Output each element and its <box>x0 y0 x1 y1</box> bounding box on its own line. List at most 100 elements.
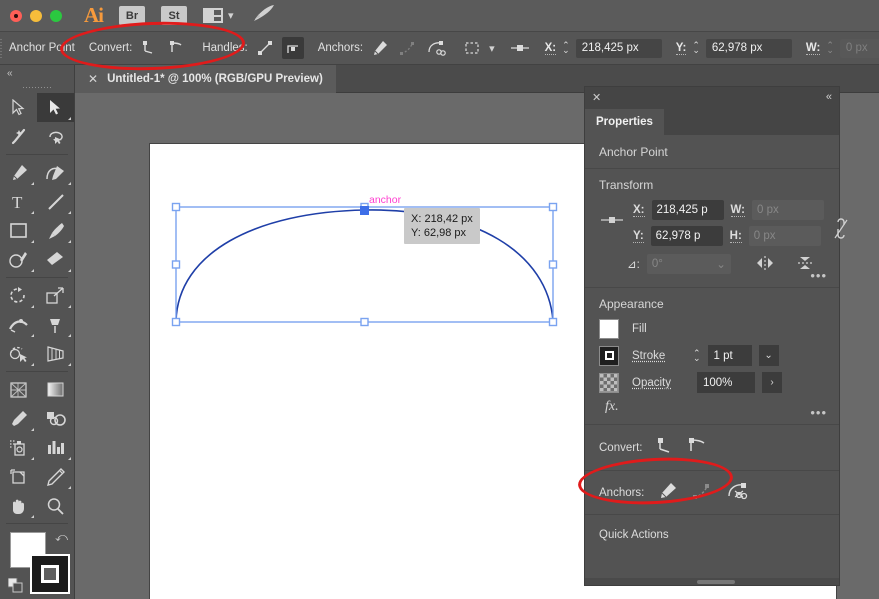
arrange-documents-button[interactable]: ▾ <box>203 8 234 23</box>
bridge-button[interactable]: Br <box>119 6 145 25</box>
opacity-swatch[interactable] <box>599 372 619 393</box>
align-group[interactable] <box>502 32 538 65</box>
tool-group-indicator <box>31 211 34 214</box>
y-stepper[interactable]: ⌃ ⌄ <box>692 41 700 55</box>
symbol-sprayer-tool[interactable] <box>0 433 37 462</box>
tooltip-x-value: X: 218,42 px <box>411 213 473 225</box>
close-icon[interactable]: ✕ <box>88 72 98 86</box>
stroke-swatch[interactable] <box>30 554 70 594</box>
more-options-icon[interactable]: ••• <box>810 405 827 420</box>
cut-path-icon[interactable] <box>726 482 748 503</box>
zoom-window-button[interactable] <box>50 9 62 22</box>
isolate-selection-icon[interactable] <box>461 37 483 59</box>
convert-to-smooth-icon[interactable] <box>166 37 188 59</box>
quick-actions-label[interactable]: Quick Actions <box>599 529 669 541</box>
stroke-swatch[interactable] <box>599 345 619 366</box>
convert-to-smooth-icon[interactable] <box>688 437 708 458</box>
show-handles-icon[interactable] <box>254 37 276 59</box>
perspective-grid-tool[interactable] <box>37 339 74 368</box>
opacity-label[interactable]: Opacity <box>632 377 682 389</box>
gradient-tool[interactable] <box>37 375 74 404</box>
w-label: W: <box>805 41 821 55</box>
transform-title: Transform <box>599 178 654 192</box>
column-graph-tool[interactable] <box>37 433 74 462</box>
close-icon[interactable]: ✕ <box>592 91 601 104</box>
discover-button[interactable] <box>252 4 276 27</box>
artboard-tool[interactable] <box>0 462 37 491</box>
stroke-weight-input[interactable]: 1 pt <box>707 345 752 366</box>
document-tab[interactable]: ✕ Untitled-1* @ 100% (RGB/GPU Preview) <box>75 65 336 93</box>
more-options-icon[interactable]: ••• <box>810 268 827 283</box>
scale-tool[interactable] <box>37 281 74 310</box>
flip-horizontal-icon[interactable] <box>756 255 774 274</box>
remove-anchor-icon[interactable] <box>692 482 712 503</box>
shaper-tool[interactable] <box>0 245 37 274</box>
tab-properties[interactable]: Properties <box>585 109 664 135</box>
stock-button[interactable]: St <box>161 6 187 25</box>
rectangle-tool[interactable] <box>0 216 37 245</box>
tools-collapse-button[interactable]: « <box>0 65 74 81</box>
align-to-icon[interactable] <box>509 37 531 59</box>
shape-builder-tool[interactable] <box>0 339 37 368</box>
minimize-window-button[interactable] <box>30 9 42 22</box>
direct-selection-tool[interactable] <box>37 93 74 122</box>
mesh-tool[interactable] <box>0 375 37 404</box>
add-anchor-icon[interactable] <box>369 37 391 59</box>
properties-scrollbar[interactable] <box>585 578 839 585</box>
magic-wand-tool[interactable] <box>0 122 37 151</box>
curvature-tool[interactable] <box>37 158 74 187</box>
reference-point-icon[interactable] <box>599 200 625 229</box>
default-fill-stroke-icon[interactable] <box>7 577 24 594</box>
x-stepper[interactable]: ⌃ ⌄ <box>562 41 570 55</box>
isolate-group[interactable]: ▾ <box>454 32 502 65</box>
eyedropper-tool[interactable] <box>0 404 37 433</box>
collapse-panel-icon[interactable]: « <box>826 91 832 103</box>
x-input[interactable]: 218,425 px <box>575 38 662 58</box>
constrain-proportions-unlinked-icon[interactable] <box>832 200 850 243</box>
chevron-down-icon[interactable]: ⌄ <box>716 257 726 271</box>
slice-tool[interactable] <box>37 462 74 491</box>
remove-anchor-icon[interactable] <box>397 37 419 59</box>
w-stepper: ⌃ ⌄ <box>826 40 834 55</box>
transform-y-input[interactable]: 62,978 p <box>650 226 723 246</box>
blend-tool[interactable] <box>37 404 74 433</box>
pen-tool[interactable] <box>0 158 37 187</box>
stroke-label[interactable]: Stroke <box>632 350 682 362</box>
chevron-down-icon[interactable]: ▾ <box>489 42 495 55</box>
color-controls: ⤺ <box>0 528 74 599</box>
opacity-options-icon[interactable]: › <box>762 372 782 393</box>
convert-section: Convert: <box>585 425 839 471</box>
tools-panel-grip[interactable] <box>0 81 74 93</box>
lasso-tool[interactable] <box>37 122 74 151</box>
free-transform-tool[interactable] <box>37 310 74 339</box>
cut-path-icon[interactable] <box>425 37 447 59</box>
app-logo: Ai <box>84 3 104 27</box>
line-segment-tool[interactable] <box>37 187 74 216</box>
opacity-input[interactable]: 100% <box>697 372 755 393</box>
stroke-weight-dropdown-icon[interactable]: ⌄ <box>758 345 779 366</box>
paintbrush-tool[interactable] <box>37 216 74 245</box>
add-anchor-icon[interactable] <box>658 482 678 503</box>
hide-handles-icon[interactable] <box>281 37 304 59</box>
title-bar: Ai Br St ▾ <box>0 0 879 32</box>
type-tool[interactable]: T <box>0 187 37 216</box>
convert-to-corner-icon[interactable] <box>656 437 674 458</box>
zoom-tool[interactable] <box>37 491 74 520</box>
window-controls[interactable] <box>0 9 62 22</box>
eraser-tool[interactable] <box>37 245 74 274</box>
width-tool[interactable] <box>0 310 37 339</box>
divider <box>6 154 68 155</box>
y-input[interactable]: 62,978 px <box>705 38 792 58</box>
swap-fill-stroke-icon[interactable]: ⤺ <box>55 530 68 545</box>
handles-group: Handles: <box>195 32 310 65</box>
selected-anchor-point <box>360 206 369 215</box>
close-window-button[interactable] <box>10 9 22 22</box>
hand-tool[interactable] <box>0 491 37 520</box>
fill-swatch[interactable] <box>599 319 619 339</box>
transform-x-input[interactable]: 218,425 p <box>651 200 724 220</box>
selection-tool[interactable] <box>0 93 37 122</box>
convert-to-corner-icon[interactable] <box>138 37 160 59</box>
fx-button[interactable]: fx. <box>605 399 825 415</box>
rotate-tool[interactable] <box>0 281 37 310</box>
stroke-weight-stepper[interactable]: ⌃ ⌄ <box>693 348 701 362</box>
